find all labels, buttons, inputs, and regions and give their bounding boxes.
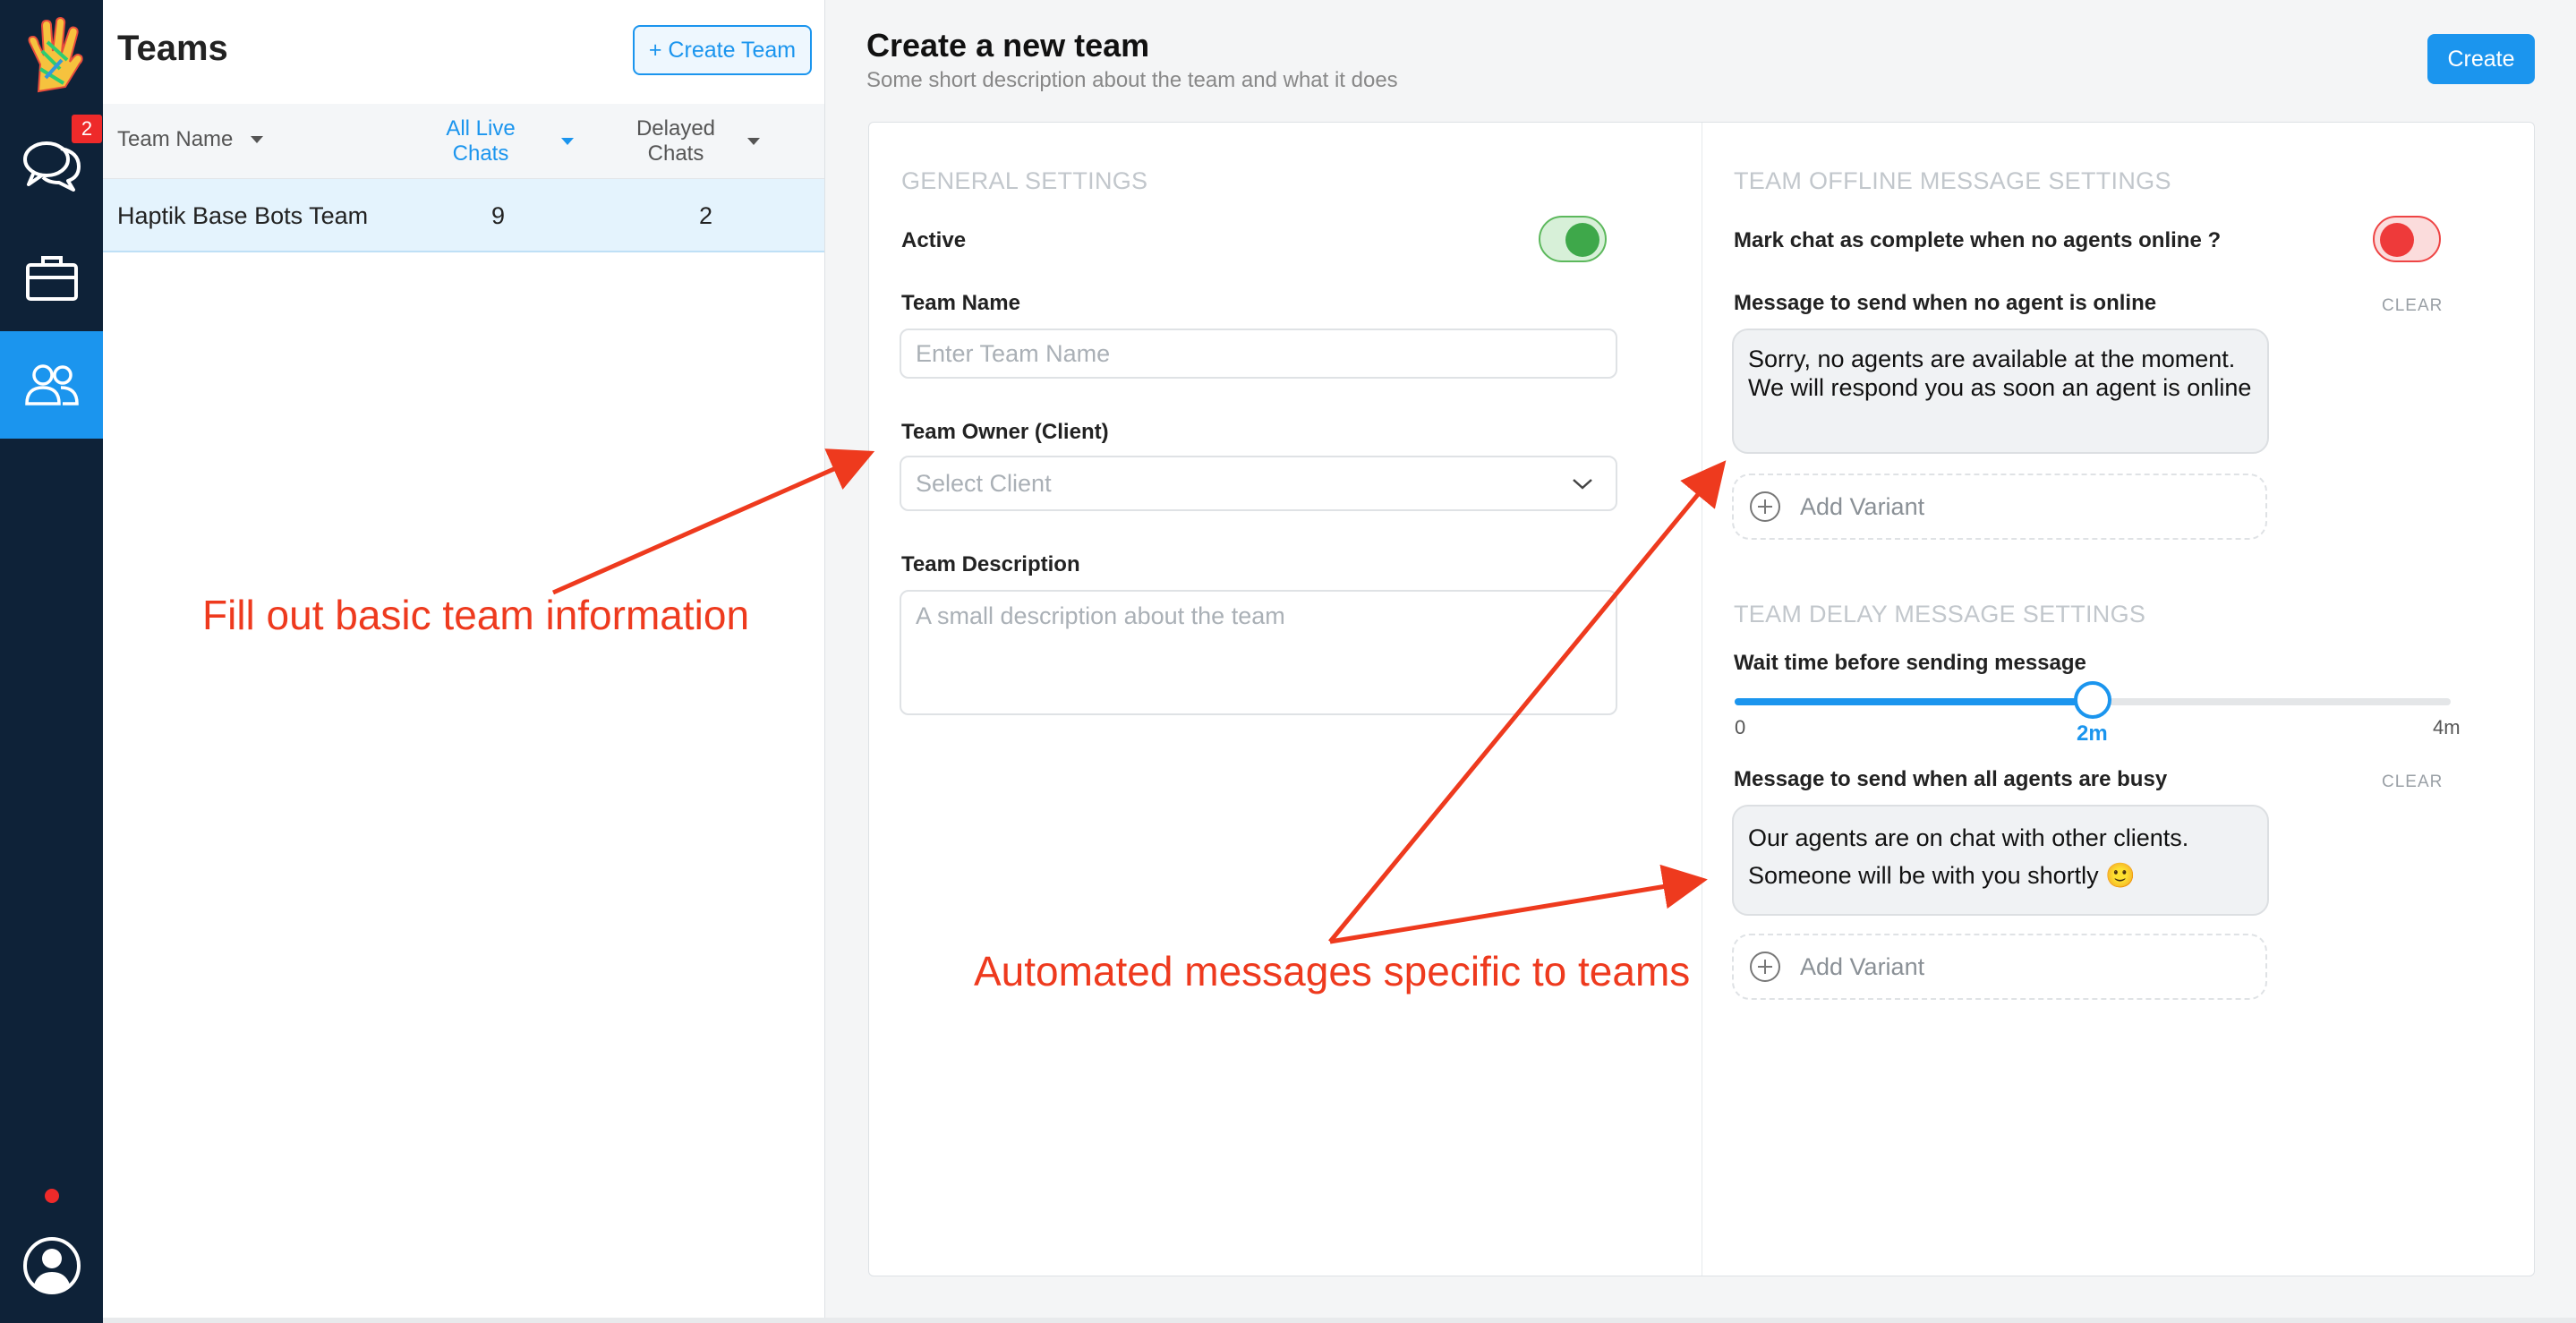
delayed-chats-cell: 2	[699, 202, 713, 229]
plus-circle-icon	[1750, 491, 1780, 522]
slider-value-label: 2m	[2077, 721, 2108, 746]
active-toggle[interactable]	[1539, 216, 1607, 262]
team-description-label: Team Description	[901, 552, 1080, 576]
team-description-textarea[interactable]: A small description about the team	[900, 590, 1617, 715]
slider-handle[interactable]	[2074, 681, 2111, 719]
busy-message-bubble[interactable]: Our agents are on chat with other client…	[1732, 805, 2269, 916]
offline-settings-heading: TEAM OFFLINE MESSAGE SETTINGS	[1734, 167, 2171, 194]
col-all-live-chats[interactable]: All Live Chats	[418, 116, 574, 166]
annotation-left: Fill out basic team information	[202, 592, 750, 638]
slider-fill	[1735, 698, 2093, 705]
active-label: Active	[901, 228, 967, 252]
bottom-strip	[103, 1318, 2576, 1323]
status-dot	[45, 1189, 59, 1203]
wait-time-slider[interactable]	[1735, 681, 2451, 719]
offline-message-label: Message to send when no agent is online	[1734, 291, 2157, 315]
teams-table-header: Team Name All Live Chats Delayed Chats	[103, 104, 824, 179]
page-title: Create a new team	[866, 27, 1150, 64]
table-row[interactable]: Haptik Base Bots Team 9 2	[103, 179, 824, 252]
add-variant-busy[interactable]: Add Variant	[1732, 934, 2267, 1000]
add-variant-offline[interactable]: Add Variant	[1732, 474, 2267, 540]
offline-message-bubble[interactable]: Sorry, no agents are available at the mo…	[1732, 329, 2269, 454]
create-team-button[interactable]: + Create Team	[633, 25, 812, 75]
create-button[interactable]: Create	[2427, 34, 2535, 84]
delay-settings-heading: TEAM DELAY MESSAGE SETTINGS	[1734, 601, 2146, 627]
icon-rail: 2	[0, 0, 103, 1323]
general-settings-heading: GENERAL SETTINGS	[901, 167, 1148, 194]
team-name-label: Team Name	[901, 291, 1020, 315]
col-delayed-chats[interactable]: Delayed Chats	[622, 116, 760, 166]
col-team-name[interactable]: Team Name	[117, 127, 264, 152]
nav-teams[interactable]	[0, 331, 103, 439]
hand-logo-icon[interactable]	[0, 0, 103, 111]
teams-title: Teams	[117, 29, 228, 68]
sort-caret-icon	[561, 138, 574, 145]
slider-min-label: 0	[1735, 716, 1746, 738]
unread-badge: 2	[72, 115, 102, 143]
team-name-input[interactable]: Enter Team Name	[900, 329, 1617, 379]
busy-message-label: Message to send when all agents are busy	[1734, 767, 2168, 791]
sort-caret-icon	[251, 136, 264, 143]
nav-briefcase[interactable]	[0, 224, 103, 331]
users-icon	[24, 364, 79, 405]
team-owner-label: Team Owner (Client)	[901, 420, 1109, 444]
sort-caret-icon	[747, 138, 760, 145]
plus-circle-icon	[1750, 952, 1780, 982]
chat-bubbles-icon	[22, 141, 81, 192]
mark-complete-label: Mark chat as complete when no agents onl…	[1734, 228, 2222, 252]
clear-offline-message[interactable]: CLEAR	[2382, 296, 2443, 316]
client-select[interactable]: Select Client	[900, 456, 1617, 511]
mark-complete-toggle[interactable]	[2373, 216, 2441, 262]
page-subtitle: Some short description about the team an…	[866, 68, 1398, 92]
team-name-cell: Haptik Base Bots Team	[117, 202, 369, 229]
user-avatar-icon	[23, 1237, 81, 1294]
live-chats-cell: 9	[491, 202, 506, 229]
wait-time-label: Wait time before sending message	[1734, 651, 2086, 675]
annotation-right: Automated messages specific to teams	[974, 948, 1691, 994]
briefcase-icon	[25, 256, 78, 301]
profile-button[interactable]	[20, 1233, 84, 1298]
teams-panel: Teams + Create Team Team Name All Live C…	[103, 0, 825, 1323]
clear-busy-message[interactable]: CLEAR	[2382, 772, 2443, 792]
slider-max-label: 4m	[2433, 716, 2461, 738]
chevron-down-icon	[1573, 479, 1592, 490]
